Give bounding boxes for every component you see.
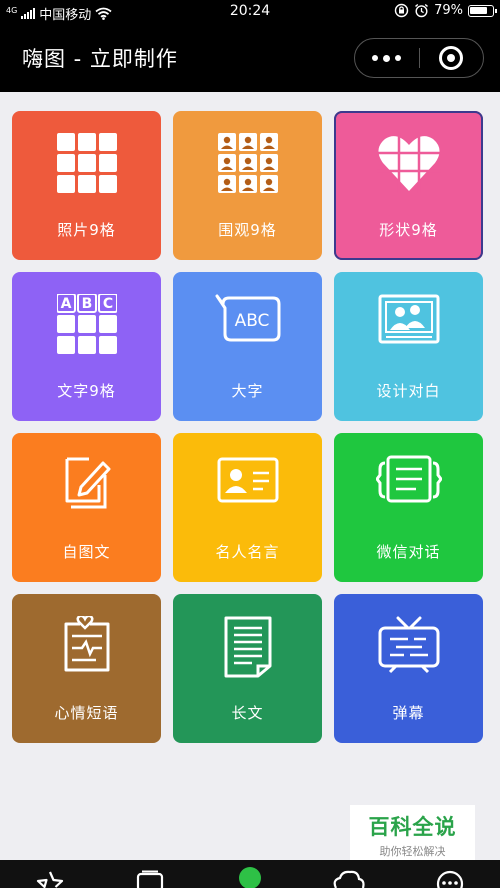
svg-text:A: A [60,296,71,312]
alarm-icon [415,3,429,18]
status-right: 79% [394,3,497,18]
close-miniprogram-button[interactable] [420,39,484,77]
svg-text:C: C [102,296,112,312]
tile-bullet-comments[interactable]: 弹幕 [334,594,483,743]
bottom-tab-bar [0,860,500,888]
tile-label: 围观9格 [218,221,277,239]
target-icon [439,46,464,70]
tile-shape-9grid[interactable]: 形状9格 [334,111,483,260]
tile-self-image-text[interactable]: 自图文 [12,433,161,582]
star-icon[interactable] [35,870,65,888]
heart-grid-icon [376,133,441,193]
abc-grid-icon: ABC [56,294,117,354]
battery-percent: 79% [434,3,463,18]
tile-photo-9grid[interactable]: 照片9格 [12,111,161,260]
tile-long-text[interactable]: 长文 [173,594,322,743]
tv-bullet-icon [378,616,439,674]
page-title: 嗨图 - 立即制作 [22,47,178,71]
tile-label: 设计对白 [376,382,441,400]
menu-capsule [354,38,484,78]
nav-bar: 嗨图 - 立即制作 [0,24,500,92]
svg-text:ABC: ABC [234,311,269,331]
tile-crowd-9grid[interactable]: 围观9格 [173,111,322,260]
long-document-icon [224,616,271,678]
tile-famous-quotes[interactable]: 名人名言 [173,433,322,582]
watermark-logo: 百科全说 助你轻松解决 [350,805,475,865]
tile-label: 形状9格 [379,221,438,239]
tile-label: 弹幕 [392,704,425,722]
dialogue-frame-icon [378,294,439,344]
tile-wechat-dialogue[interactable]: 微信对话 [334,433,483,582]
main-content: 照片9格 围观9格 形状9格 A B C 文字9格 ABC 大字 设计对白 自图… [0,92,500,865]
grid-icon [56,133,117,193]
mood-note-icon [64,616,109,672]
home-icon[interactable] [234,866,266,888]
chat-message-icon [375,455,442,503]
image-icon[interactable] [134,870,166,888]
people-grid-icon [217,133,278,193]
cloud-icon[interactable] [330,870,366,888]
tile-label: 心情短语 [54,704,119,722]
id-card-icon [217,457,278,503]
message-icon[interactable] [434,870,466,888]
tile-label: 微信对话 [376,543,441,561]
status-bar: 4G 中国移动 20:24 79% [0,0,500,24]
tile-design-dialogue[interactable]: 设计对白 [334,272,483,421]
more-button[interactable] [355,39,419,77]
tile-label: 照片9格 [57,221,116,239]
tile-label: 大字 [231,382,264,400]
rotation-lock-icon [394,3,409,18]
speech-bubble-abc-icon: ABC [215,294,280,342]
tile-label: 自图文 [62,543,111,561]
edit-document-icon [65,457,110,509]
battery-icon [468,4,497,17]
svg-text:B: B [81,296,92,312]
tile-text-9grid[interactable]: ABC 文字9格 [12,272,161,421]
tile-label: 名人名言 [215,543,280,561]
tile-mood-phrase[interactable]: 心情短语 [12,594,161,743]
watermark-title: 百科全说 [368,815,457,839]
tile-label: 文字9格 [57,382,116,400]
watermark-subtitle: 助你轻松解决 [379,845,446,858]
tile-big-text[interactable]: ABC 大字 [173,272,322,421]
tile-label: 长文 [231,704,264,722]
